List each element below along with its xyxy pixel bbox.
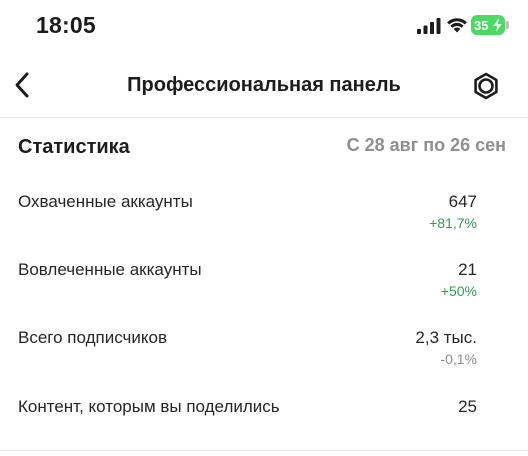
battery-indicator: 35 xyxy=(471,15,505,35)
signal-icon xyxy=(417,18,441,34)
stat-label: Охваченные аккаунты xyxy=(18,192,193,211)
status-time: 18:05 xyxy=(36,12,96,38)
stat-label: Вовлеченные аккаунты xyxy=(18,260,202,279)
screen: 18:05 35 Профессиональная панель Статист… xyxy=(0,0,528,456)
gear-icon[interactable] xyxy=(470,70,502,102)
stats-header: Статистика С 28 авг по 26 сен xyxy=(0,118,528,172)
page-title: Профессиональная панель xyxy=(127,74,401,96)
stat-delta: -0,1% xyxy=(440,351,477,367)
stat-row-shared-content[interactable]: Контент, которым вы поделились 25 xyxy=(0,387,528,453)
stat-label: Контент, которым вы поделились xyxy=(18,397,280,416)
bottom-divider xyxy=(0,450,528,451)
status-bar: 18:05 35 xyxy=(0,0,528,54)
stats-date-range[interactable]: С 28 авг по 26 сен xyxy=(347,135,506,156)
stat-value: 2,3 тыс. xyxy=(415,328,477,347)
stat-row-reached-accounts[interactable]: Охваченные аккаунты 647 +81,7% xyxy=(0,182,528,248)
stat-delta: +50% xyxy=(440,283,477,299)
stat-value: 647 xyxy=(448,192,477,211)
stat-row-engaged-accounts[interactable]: Вовлеченные аккаунты 21 +50% xyxy=(0,250,528,316)
wifi-icon xyxy=(447,18,467,33)
stat-value: 21 xyxy=(458,260,477,279)
nav-bar: Профессиональная панель xyxy=(0,54,528,118)
stats-title: Статистика xyxy=(18,136,130,158)
stat-label: Всего подписчиков xyxy=(18,328,167,347)
stat-value: 25 xyxy=(458,397,477,416)
stat-delta: +81,7% xyxy=(429,215,477,231)
battery-cap xyxy=(506,21,509,29)
stat-row-total-followers[interactable]: Всего подписчиков 2,3 тыс. -0,1% xyxy=(0,318,528,384)
battery-level: 35 xyxy=(474,17,489,33)
battery-charging-icon xyxy=(493,18,502,32)
